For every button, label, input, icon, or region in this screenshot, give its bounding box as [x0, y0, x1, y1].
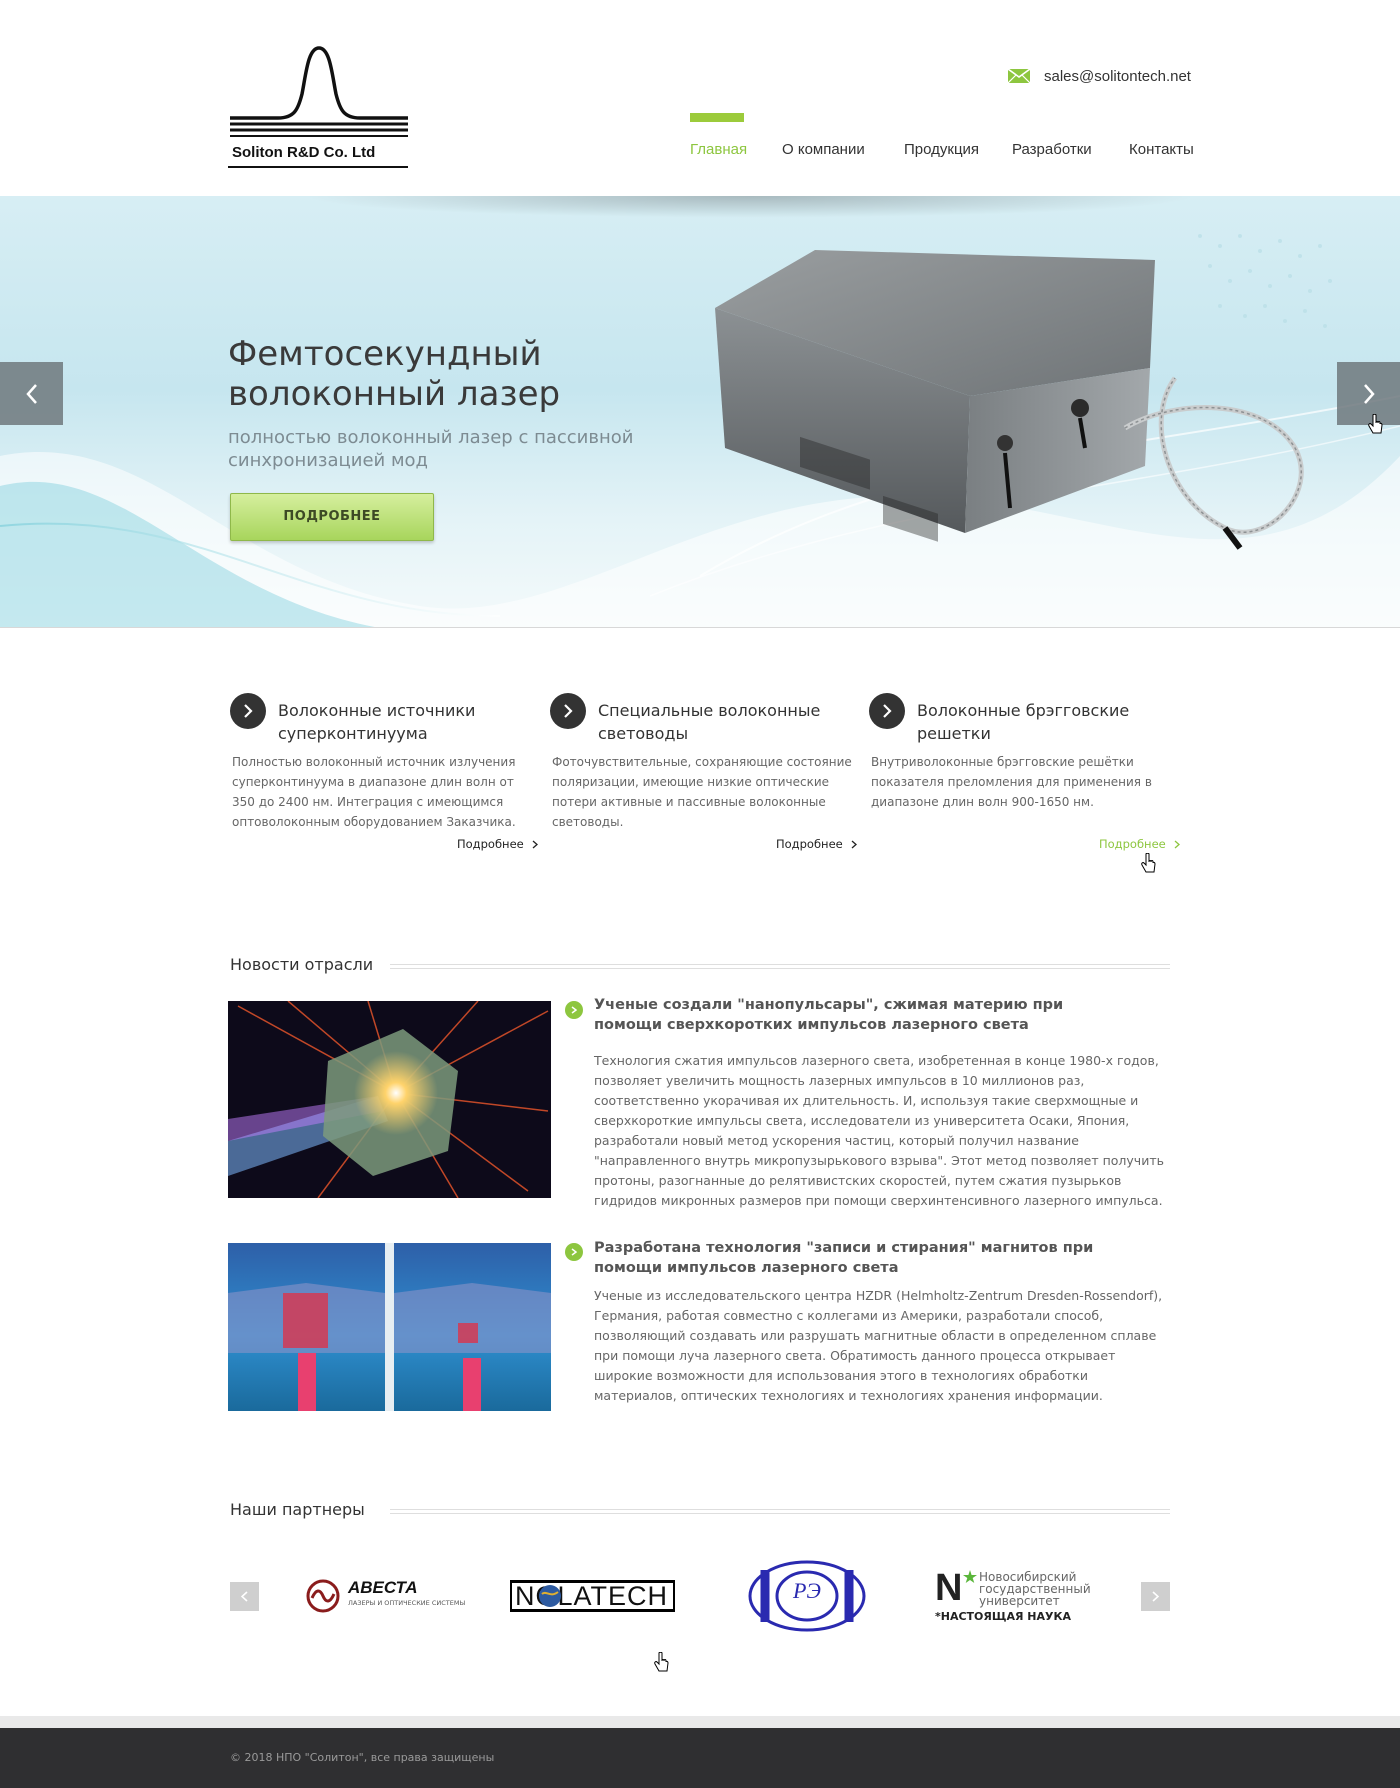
feature-text: Полностью волоконный источник излучения … [232, 755, 516, 829]
globe-icon [539, 1585, 561, 1607]
feature-more-label: Подробнее [776, 837, 843, 851]
chevron-right-icon [1152, 1591, 1159, 1602]
envelope-icon [1008, 69, 1030, 83]
hero-slider: Фемтосекундный волоконный лазер полность… [0, 196, 1400, 628]
feature-card-supercontinuum: Волоконные источники суперконтинуума Пол… [230, 693, 538, 863]
feature-more-link[interactable]: Подробнее [1099, 837, 1180, 851]
hand-cursor-icon [654, 1652, 669, 1672]
hero-prev-button[interactable] [0, 362, 63, 425]
hero-top-shadow [300, 196, 1200, 218]
nav-home[interactable]: Главная [690, 141, 747, 158]
logo-underline [228, 166, 408, 168]
soliton-logo-graphic [230, 46, 408, 137]
partner-name: Новосибирский государственный университе… [979, 1570, 1091, 1608]
partner-logo-avesta[interactable]: АВЕСТА ЛАЗЕРЫ И ОПТИЧЕСКИЕ СИСТЕМЫ [306, 1577, 466, 1613]
chevron-left-icon [241, 1591, 248, 1602]
logo-text: Soliton R&D Co. Ltd [232, 144, 376, 161]
hero-more-button[interactable]: ПОДРОБНЕЕ [230, 493, 434, 541]
nav-developments[interactable]: Разработки [1012, 141, 1092, 158]
chevron-right-icon [851, 840, 857, 848]
hero-title: Фемтосекундный волоконный лазер [228, 334, 561, 414]
divider [390, 964, 1170, 969]
partner-logo-nsu[interactable]: N Новосибирский государственный универси… [935, 1567, 1110, 1626]
news-bullet-icon [565, 1001, 583, 1019]
feature-text: Внутриволоконные брэгговские решётки пок… [871, 755, 1152, 809]
chevron-circle-icon[interactable] [869, 693, 905, 729]
news-bullet-icon [565, 1243, 583, 1261]
feature-more-label: Подробнее [457, 837, 524, 851]
news-title[interactable]: Разработана технология "записи и стирани… [594, 1238, 1114, 1278]
chevron-right-icon [1363, 383, 1375, 404]
divider [390, 1509, 1170, 1514]
partner-logo-nolatech[interactable]: NOLATECH [510, 1580, 675, 1612]
feature-more-label: Подробнее [1099, 837, 1166, 851]
chevron-left-icon [25, 383, 37, 404]
news-title[interactable]: Ученые создали "нанопульсары", сжимая ма… [594, 995, 1114, 1035]
avesta-emblem-icon [306, 1579, 340, 1613]
nsu-letter: N [935, 1567, 963, 1609]
news-heading: Новости отрасли [230, 955, 374, 974]
nav-products[interactable]: Продукция [904, 141, 979, 158]
news-image-magnets[interactable] [228, 1243, 551, 1411]
partners-next-button[interactable] [1141, 1582, 1170, 1611]
partners-prev-button[interactable] [230, 1582, 259, 1611]
chevron-circle-icon[interactable] [230, 693, 266, 729]
site-footer: © 2018 НПО "Солитон", все права защищены [0, 1728, 1400, 1788]
hand-cursor-icon [1368, 414, 1383, 434]
copyright-text: © 2018 НПО "Солитон", все права защищены [230, 1751, 495, 1764]
chevron-circle-icon[interactable] [550, 693, 586, 729]
site-header: Soliton R&D Co. Ltd sales@solitontech.ne… [0, 0, 1400, 196]
chevron-right-icon [1174, 840, 1180, 848]
hand-cursor-icon [1141, 853, 1156, 873]
feature-card-special-fibers: Специальные волоконные световоды Фоточув… [550, 693, 857, 863]
feature-card-bragg-gratings: Волоконные брэгговские решетки Внутривол… [869, 693, 1180, 863]
partners-heading: Наши партнеры [230, 1500, 365, 1519]
news-text: Технология сжатия импульсов лазерного св… [594, 1053, 1164, 1208]
partner-name: АВЕСТА [348, 1578, 418, 1597]
nav-about[interactable]: О компании [782, 141, 865, 158]
star-icon [963, 1570, 977, 1583]
news-image-nanopulsar[interactable] [228, 1001, 551, 1198]
femtosecond-laser-image [715, 250, 1304, 550]
nav-active-indicator [690, 113, 744, 122]
partner-logo-re[interactable]: РЭ [747, 1560, 867, 1632]
hero-subtitle: полностью волоконный лазер с пассивной с… [228, 427, 634, 471]
feature-title[interactable]: Специальные волоконные световоды [598, 699, 850, 745]
email-text[interactable]: sales@solitontech.net [1044, 68, 1191, 85]
nav-contacts[interactable]: Контакты [1129, 141, 1194, 158]
feature-text: Фоточувствительные, сохраняющие состояни… [552, 755, 852, 829]
partner-tagline: ЛАЗЕРЫ И ОПТИЧЕСКИЕ СИСТЕМЫ [348, 1599, 466, 1607]
partner-name: РЭ [793, 1578, 821, 1603]
news-text: Ученые из исследовательского центра HZDR… [594, 1288, 1163, 1403]
chevron-right-icon [532, 840, 538, 848]
partner-tagline: *НАСТОЯЩАЯ НАУКА [935, 1610, 1071, 1623]
feature-more-link[interactable]: Подробнее [776, 837, 857, 851]
feature-title[interactable]: Волоконные источники суперконтинуума [278, 699, 530, 745]
feature-title[interactable]: Волоконные брэгговские решетки [917, 699, 1169, 745]
logo[interactable]: Soliton R&D Co. Ltd [228, 44, 410, 172]
footer-top-strip [0, 1716, 1400, 1728]
feature-more-link[interactable]: Подробнее [457, 837, 538, 851]
contact-email[interactable]: sales@solitontech.net [1008, 64, 1191, 88]
